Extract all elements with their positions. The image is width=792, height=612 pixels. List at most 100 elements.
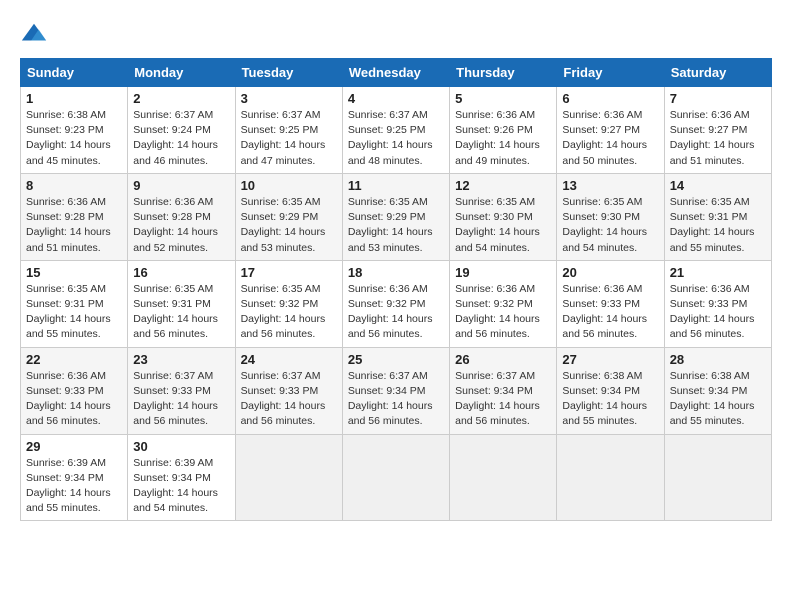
- calendar-cell: 2 Sunrise: 6:37 AM Sunset: 9:24 PM Dayli…: [128, 87, 235, 174]
- week-row-1: 1 Sunrise: 6:38 AM Sunset: 9:23 PM Dayli…: [21, 87, 772, 174]
- daylight-label: Daylight: 14 hours and 55 minutes.: [670, 226, 755, 253]
- daylight-label: Daylight: 14 hours and 54 minutes.: [455, 226, 540, 253]
- day-number: 29: [26, 439, 122, 454]
- daylight-label: Daylight: 14 hours and 56 minutes.: [133, 313, 218, 340]
- daylight-label: Daylight: 14 hours and 56 minutes.: [348, 313, 433, 340]
- daylight-label: Daylight: 14 hours and 55 minutes.: [26, 487, 111, 514]
- weekday-header-saturday: Saturday: [664, 59, 771, 87]
- sunrise-label: Sunrise: 6:36 AM: [26, 196, 106, 208]
- daylight-label: Daylight: 14 hours and 47 minutes.: [241, 139, 326, 166]
- calendar-cell: 14 Sunrise: 6:35 AM Sunset: 9:31 PM Dayl…: [664, 173, 771, 260]
- day-number: 2: [133, 91, 229, 106]
- weekday-header-wednesday: Wednesday: [342, 59, 449, 87]
- daylight-label: Daylight: 14 hours and 51 minutes.: [670, 139, 755, 166]
- sunset-label: Sunset: 9:26 PM: [455, 124, 533, 136]
- calendar-cell: [450, 434, 557, 521]
- daylight-label: Daylight: 14 hours and 55 minutes.: [26, 313, 111, 340]
- sunset-label: Sunset: 9:27 PM: [670, 124, 748, 136]
- day-info: Sunrise: 6:36 AM Sunset: 9:27 PM Dayligh…: [670, 108, 766, 169]
- daylight-label: Daylight: 14 hours and 56 minutes.: [348, 400, 433, 427]
- sunrise-label: Sunrise: 6:35 AM: [562, 196, 642, 208]
- calendar-cell: 20 Sunrise: 6:36 AM Sunset: 9:33 PM Dayl…: [557, 260, 664, 347]
- sunset-label: Sunset: 9:30 PM: [455, 211, 533, 223]
- sunset-label: Sunset: 9:34 PM: [670, 385, 748, 397]
- weekday-header-monday: Monday: [128, 59, 235, 87]
- sunrise-label: Sunrise: 6:36 AM: [670, 109, 750, 121]
- day-number: 15: [26, 265, 122, 280]
- calendar-cell: 25 Sunrise: 6:37 AM Sunset: 9:34 PM Dayl…: [342, 347, 449, 434]
- daylight-label: Daylight: 14 hours and 56 minutes.: [455, 313, 540, 340]
- daylight-label: Daylight: 14 hours and 53 minutes.: [348, 226, 433, 253]
- calendar-cell: [342, 434, 449, 521]
- day-number: 16: [133, 265, 229, 280]
- day-number: 21: [670, 265, 766, 280]
- sunset-label: Sunset: 9:33 PM: [133, 385, 211, 397]
- day-number: 7: [670, 91, 766, 106]
- sunset-label: Sunset: 9:31 PM: [26, 298, 104, 310]
- day-number: 20: [562, 265, 658, 280]
- sunrise-label: Sunrise: 6:36 AM: [26, 370, 106, 382]
- sunrise-label: Sunrise: 6:35 AM: [241, 196, 321, 208]
- sunset-label: Sunset: 9:34 PM: [348, 385, 426, 397]
- sunset-label: Sunset: 9:32 PM: [455, 298, 533, 310]
- sunrise-label: Sunrise: 6:36 AM: [348, 283, 428, 295]
- calendar-cell: 12 Sunrise: 6:35 AM Sunset: 9:30 PM Dayl…: [450, 173, 557, 260]
- day-info: Sunrise: 6:36 AM Sunset: 9:32 PM Dayligh…: [348, 282, 444, 343]
- day-number: 13: [562, 178, 658, 193]
- day-number: 28: [670, 352, 766, 367]
- day-number: 26: [455, 352, 551, 367]
- daylight-label: Daylight: 14 hours and 56 minutes.: [455, 400, 540, 427]
- daylight-label: Daylight: 14 hours and 55 minutes.: [670, 400, 755, 427]
- sunrise-label: Sunrise: 6:36 AM: [455, 109, 535, 121]
- calendar-cell: [557, 434, 664, 521]
- sunrise-label: Sunrise: 6:35 AM: [26, 283, 106, 295]
- sunset-label: Sunset: 9:33 PM: [670, 298, 748, 310]
- day-info: Sunrise: 6:36 AM Sunset: 9:33 PM Dayligh…: [670, 282, 766, 343]
- weekday-header-friday: Friday: [557, 59, 664, 87]
- daylight-label: Daylight: 14 hours and 56 minutes.: [241, 400, 326, 427]
- day-number: 5: [455, 91, 551, 106]
- weekday-header-row: SundayMondayTuesdayWednesdayThursdayFrid…: [21, 59, 772, 87]
- day-number: 8: [26, 178, 122, 193]
- sunrise-label: Sunrise: 6:38 AM: [670, 370, 750, 382]
- sunset-label: Sunset: 9:34 PM: [26, 472, 104, 484]
- day-info: Sunrise: 6:36 AM Sunset: 9:28 PM Dayligh…: [133, 195, 229, 256]
- day-info: Sunrise: 6:37 AM Sunset: 9:25 PM Dayligh…: [348, 108, 444, 169]
- day-info: Sunrise: 6:37 AM Sunset: 9:33 PM Dayligh…: [133, 369, 229, 430]
- calendar-cell: 19 Sunrise: 6:36 AM Sunset: 9:32 PM Dayl…: [450, 260, 557, 347]
- day-info: Sunrise: 6:37 AM Sunset: 9:25 PM Dayligh…: [241, 108, 337, 169]
- day-info: Sunrise: 6:35 AM Sunset: 9:32 PM Dayligh…: [241, 282, 337, 343]
- daylight-label: Daylight: 14 hours and 53 minutes.: [241, 226, 326, 253]
- calendar-cell: 21 Sunrise: 6:36 AM Sunset: 9:33 PM Dayl…: [664, 260, 771, 347]
- day-number: 18: [348, 265, 444, 280]
- day-number: 30: [133, 439, 229, 454]
- calendar-cell: [235, 434, 342, 521]
- sunrise-label: Sunrise: 6:39 AM: [26, 457, 106, 469]
- daylight-label: Daylight: 14 hours and 56 minutes.: [26, 400, 111, 427]
- sunrise-label: Sunrise: 6:38 AM: [26, 109, 106, 121]
- day-info: Sunrise: 6:37 AM Sunset: 9:24 PM Dayligh…: [133, 108, 229, 169]
- sunrise-label: Sunrise: 6:35 AM: [348, 196, 428, 208]
- day-info: Sunrise: 6:36 AM Sunset: 9:32 PM Dayligh…: [455, 282, 551, 343]
- daylight-label: Daylight: 14 hours and 56 minutes.: [241, 313, 326, 340]
- sunset-label: Sunset: 9:32 PM: [348, 298, 426, 310]
- sunset-label: Sunset: 9:32 PM: [241, 298, 319, 310]
- daylight-label: Daylight: 14 hours and 52 minutes.: [133, 226, 218, 253]
- daylight-label: Daylight: 14 hours and 54 minutes.: [133, 487, 218, 514]
- sunrise-label: Sunrise: 6:35 AM: [670, 196, 750, 208]
- day-info: Sunrise: 6:35 AM Sunset: 9:29 PM Dayligh…: [241, 195, 337, 256]
- logo-icon: [20, 20, 48, 48]
- calendar-cell: 16 Sunrise: 6:35 AM Sunset: 9:31 PM Dayl…: [128, 260, 235, 347]
- sunrise-label: Sunrise: 6:37 AM: [241, 370, 321, 382]
- calendar-cell: 4 Sunrise: 6:37 AM Sunset: 9:25 PM Dayli…: [342, 87, 449, 174]
- day-info: Sunrise: 6:35 AM Sunset: 9:31 PM Dayligh…: [133, 282, 229, 343]
- sunrise-label: Sunrise: 6:37 AM: [348, 370, 428, 382]
- week-row-3: 15 Sunrise: 6:35 AM Sunset: 9:31 PM Dayl…: [21, 260, 772, 347]
- day-number: 24: [241, 352, 337, 367]
- sunset-label: Sunset: 9:25 PM: [241, 124, 319, 136]
- daylight-label: Daylight: 14 hours and 54 minutes.: [562, 226, 647, 253]
- calendar-cell: 5 Sunrise: 6:36 AM Sunset: 9:26 PM Dayli…: [450, 87, 557, 174]
- day-info: Sunrise: 6:39 AM Sunset: 9:34 PM Dayligh…: [26, 456, 122, 517]
- sunrise-label: Sunrise: 6:36 AM: [133, 196, 213, 208]
- day-info: Sunrise: 6:36 AM Sunset: 9:33 PM Dayligh…: [26, 369, 122, 430]
